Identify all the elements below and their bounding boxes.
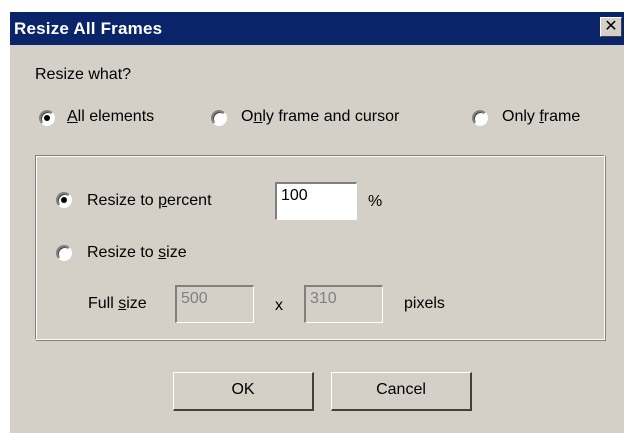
full-size-label: Full size [88, 295, 147, 312]
percent-unit-label: % [368, 193, 383, 210]
radio-all-elements[interactable]: All elements [39, 108, 189, 132]
radio-all-elements-label: All elements [67, 108, 155, 125]
radio-only-frame-and-cursor-indicator[interactable] [211, 110, 227, 126]
full-size-height-input[interactable]: 310 [304, 285, 383, 323]
radio-only-frame-and-cursor-label: Only frame and cursor [241, 108, 400, 125]
full-size-width-input[interactable]: 500 [175, 285, 254, 323]
size-separator: x [275, 297, 283, 314]
dialog-title: Resize All Frames [14, 19, 163, 38]
radio-resize-to-size-indicator[interactable] [56, 245, 72, 261]
radio-only-frame-indicator[interactable] [472, 110, 488, 126]
radio-resize-to-percent-label: Resize to percent [87, 192, 212, 209]
close-button[interactable]: ✕ [600, 17, 622, 37]
radio-only-frame[interactable]: Only frame [472, 108, 607, 132]
radio-all-elements-indicator[interactable] [39, 110, 55, 126]
radio-resize-to-percent[interactable]: Resize to percent [56, 190, 256, 214]
resize-what-label: Resize what? [35, 66, 132, 83]
radio-resize-to-size-label: Resize to size [87, 244, 187, 261]
radio-resize-to-percent-indicator[interactable] [56, 192, 72, 208]
ok-button[interactable]: OK [173, 372, 314, 411]
close-icon: ✕ [604, 18, 618, 35]
percent-input[interactable]: 100 [275, 182, 357, 220]
radio-only-frame-label: Only frame [502, 108, 581, 125]
radio-resize-to-size[interactable]: Resize to size [56, 243, 236, 267]
radio-only-frame-and-cursor[interactable]: Only frame and cursor [211, 108, 451, 132]
pixels-unit-label: pixels [404, 295, 445, 312]
title-bar[interactable]: Resize All Frames ✕ [10, 12, 624, 45]
cancel-button[interactable]: Cancel [331, 372, 472, 411]
